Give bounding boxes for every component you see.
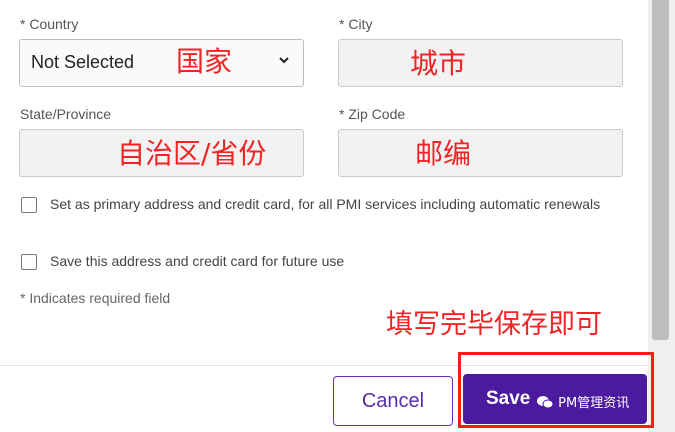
state-label: State/Province bbox=[20, 106, 112, 122]
primary-address-label: Set as primary address and credit card, … bbox=[50, 196, 601, 212]
scrollbar-thumb[interactable] bbox=[652, 0, 669, 340]
save-address-label: Save this address and credit card for fu… bbox=[50, 253, 345, 269]
required-note: * Indicates required field bbox=[20, 290, 171, 306]
country-annotation: 国家 bbox=[176, 45, 233, 78]
zip-label: * Zip Code bbox=[339, 106, 406, 122]
cancel-button[interactable]: Cancel bbox=[333, 376, 453, 426]
city-annotation: 城市 bbox=[410, 47, 467, 80]
country-selected-value: Not Selected bbox=[31, 52, 135, 72]
primary-address-checkbox[interactable] bbox=[21, 197, 37, 213]
zip-annotation: 邮编 bbox=[415, 137, 472, 170]
chevron-down-icon bbox=[279, 57, 289, 64]
save-address-checkbox[interactable] bbox=[21, 254, 37, 270]
city-label: * City bbox=[339, 16, 373, 32]
watermark: PM管理资讯 bbox=[536, 392, 629, 411]
save-annotation: 填写完毕保存即可 bbox=[386, 309, 602, 340]
zip-input[interactable] bbox=[338, 129, 623, 177]
country-label: * Country bbox=[20, 16, 79, 32]
wechat-icon bbox=[537, 396, 554, 409]
country-select[interactable]: Not Selected bbox=[19, 39, 304, 87]
city-input[interactable] bbox=[338, 39, 623, 87]
highlight-box bbox=[458, 352, 654, 428]
watermark-text: PM管理资讯 bbox=[558, 396, 630, 411]
state-annotation: 自治区/省份 bbox=[117, 137, 267, 170]
